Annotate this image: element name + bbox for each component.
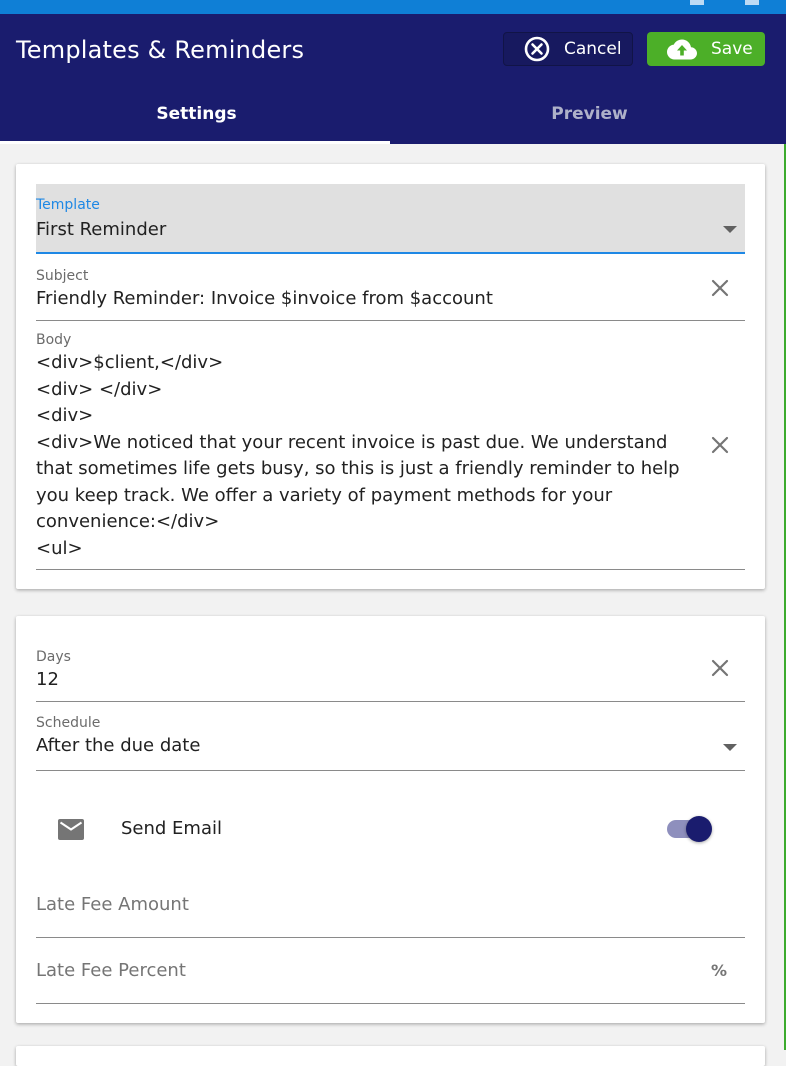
days-field[interactable]: Days 12 [36,646,745,702]
window-control-icon[interactable] [690,0,704,5]
field-underline [36,569,745,570]
dropdown-arrow-icon[interactable] [723,226,737,233]
field-underline [36,701,745,702]
tab-settings[interactable]: Settings [0,100,393,144]
clear-icon[interactable] [709,657,731,679]
cancel-circle-icon [524,36,550,62]
body-textarea[interactable]: <div>$client,</div> <div> </div> <div> <… [36,350,706,562]
body-field[interactable]: Body <div>$client,</div> <div> </div> <d… [36,332,745,570]
late-fee-amount-input[interactable]: Late Fee Amount [36,894,189,915]
next-card [16,1046,765,1066]
subject-input[interactable]: Friendly Reminder: Invoice $invoice from… [36,288,493,309]
template-card: Template First Reminder Subject Friendly… [16,164,765,589]
clear-icon[interactable] [709,434,731,456]
schedule-select[interactable]: Schedule After the due date [36,713,745,771]
save-button[interactable]: Save [647,32,765,66]
template-select[interactable]: Template First Reminder [36,184,745,254]
cancel-label: Cancel [564,39,622,59]
field-underline [36,937,745,938]
active-tab-indicator [0,141,390,144]
template-label: Template [36,197,100,213]
late-fee-percent-field[interactable]: Late Fee Percent % [36,942,745,1004]
field-underline [36,252,745,254]
window-top-strip [0,0,786,14]
window-control-icon[interactable] [745,0,759,5]
field-underline [36,320,745,321]
save-label: Save [711,39,753,59]
send-email-label: Send Email [121,818,222,839]
schedule-label: Schedule [36,715,101,731]
clear-icon[interactable] [709,277,731,299]
email-icon [58,819,84,840]
schedule-value: After the due date [36,735,201,756]
late-fee-amount-field[interactable]: Late Fee Amount [36,876,745,938]
days-input[interactable]: 12 [36,669,59,690]
field-underline [36,1003,745,1004]
subject-field[interactable]: Subject Friendly Reminder: Invoice $invo… [36,266,745,321]
field-underline [36,770,745,771]
subject-label: Subject [36,268,89,284]
send-email-toggle-thumb[interactable] [686,816,712,842]
app-bar: Templates & Reminders Cancel Save Settin… [0,14,786,144]
tab-preview[interactable]: Preview [393,100,786,144]
dropdown-arrow-icon[interactable] [723,744,737,751]
page-title: Templates & Reminders [16,36,305,64]
late-fee-percent-input[interactable]: Late Fee Percent [36,960,186,981]
cloud-upload-icon [667,39,697,60]
send-email-row[interactable]: Send Email [36,806,745,856]
percent-icon: % [710,961,727,980]
body-label: Body [36,332,72,348]
template-value: First Reminder [36,219,167,240]
days-label: Days [36,649,71,665]
cancel-button[interactable]: Cancel [503,32,633,66]
reminder-settings-card: Days 12 Schedule After the due date Send… [16,616,765,1023]
